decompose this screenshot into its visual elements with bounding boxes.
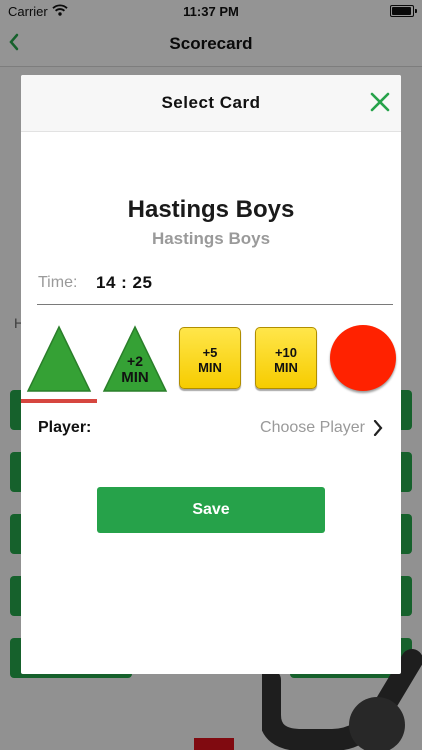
card-time-bottom: MIN: [121, 369, 149, 386]
card-time-bottom: MIN: [198, 360, 222, 375]
red-card-option[interactable]: [330, 325, 396, 391]
green-card-2min-option[interactable]: +2 MIN: [102, 325, 168, 393]
yellow-card-10min-option[interactable]: +10 MIN: [255, 327, 317, 389]
card-time-top: +5: [202, 345, 218, 360]
save-button[interactable]: Save: [97, 487, 325, 533]
team-name: Hastings Boys: [127, 196, 295, 223]
card-time-bottom: MIN: [274, 360, 298, 375]
select-card-dialog: Select Card Hastings Boys Hastings Boys …: [21, 75, 401, 674]
dialog-header: Select Card: [21, 75, 401, 132]
card-time-top: +10: [274, 345, 298, 360]
dialog-title: Select Card: [161, 93, 261, 112]
time-divider: [37, 304, 393, 305]
chevron-right-icon[interactable]: [373, 419, 383, 437]
green-card-option[interactable]: [26, 325, 92, 393]
yellow-card-5min-option[interactable]: +5 MIN: [179, 327, 241, 389]
selected-card-indicator: [21, 399, 97, 403]
time-input[interactable]: 14 : 25: [96, 273, 152, 293]
green-triangle-icon: [26, 325, 92, 392]
choose-player-selector[interactable]: Choose Player: [260, 419, 365, 437]
time-label: Time:: [38, 274, 78, 291]
team-subtitle: Hastings Boys: [151, 229, 271, 248]
close-x-icon[interactable]: [368, 90, 392, 114]
card-time-top: +2: [127, 353, 143, 369]
player-label: Player:: [38, 419, 92, 436]
